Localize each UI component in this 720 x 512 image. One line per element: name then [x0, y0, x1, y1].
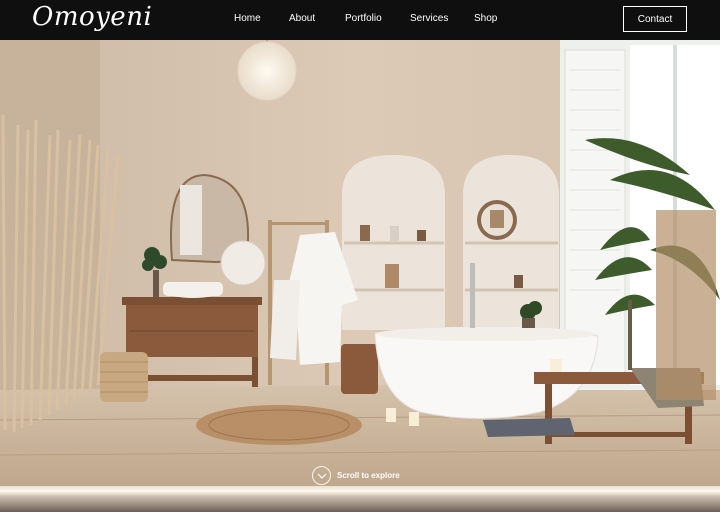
hero-image — [0, 0, 720, 512]
scroll-to-explore[interactable]: Scroll to explore — [312, 466, 400, 485]
brand-logo[interactable]: Omoyeni — [32, 2, 152, 32]
chevron-down-icon — [312, 466, 331, 485]
contact-button-label: Contact — [637, 13, 673, 25]
floor-light-strip — [0, 486, 720, 512]
nav-about-link[interactable]: About — [289, 13, 315, 24]
top-navbar: Omoyeni Home About Portfolio Services Sh… — [0, 0, 720, 40]
nav-shop-link[interactable]: Shop — [474, 13, 497, 24]
scroll-label: Scroll to explore — [337, 471, 400, 480]
bathroom-photo — [0, 40, 720, 490]
nav-portfolio-link[interactable]: Portfolio — [345, 13, 382, 24]
contact-button[interactable]: Contact — [623, 6, 687, 32]
nav-services-link[interactable]: Services — [410, 13, 448, 24]
nav-home-link[interactable]: Home — [234, 13, 261, 24]
